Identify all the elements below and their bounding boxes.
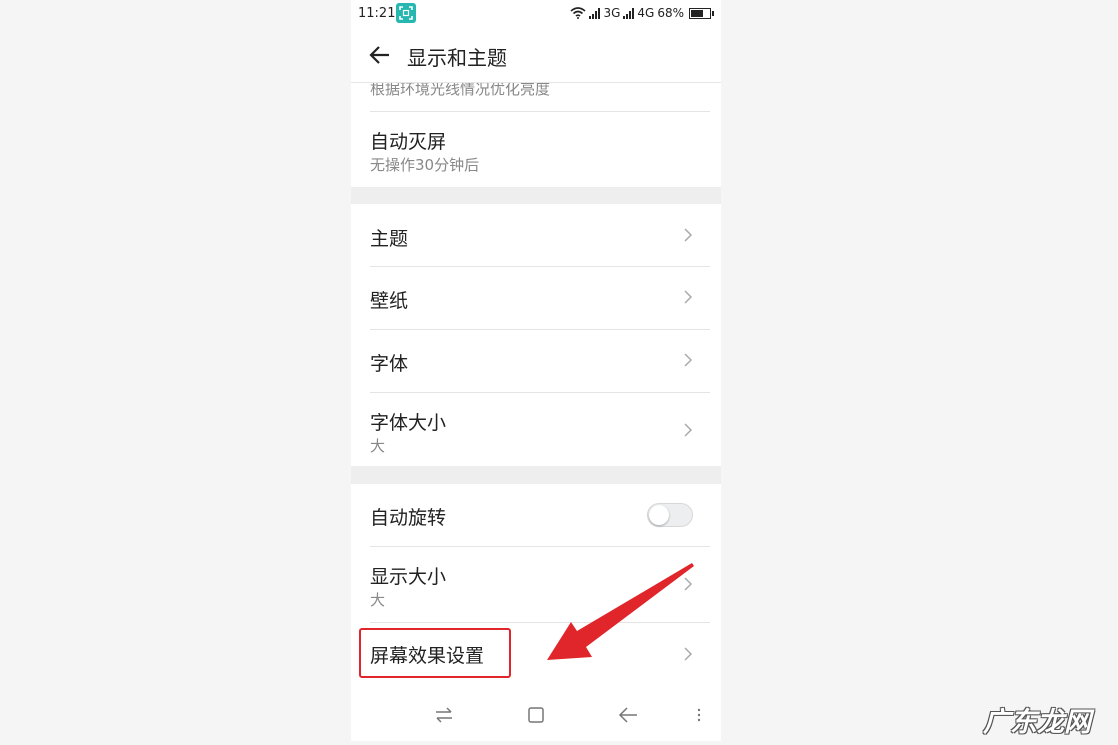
- home-square-icon[interactable]: [525, 704, 547, 726]
- page-title: 显示和主题: [407, 46, 507, 70]
- theme-label: 主题: [370, 228, 409, 250]
- auto-rotate-label: 自动旋转: [370, 507, 447, 529]
- chevron-right-icon: [684, 228, 693, 242]
- network-type-1: 3G: [603, 6, 621, 20]
- display-size-label: 显示大小: [370, 566, 447, 588]
- signal-icon: [589, 7, 601, 19]
- battery-icon: [689, 7, 714, 19]
- switch-icon[interactable]: [433, 704, 455, 726]
- toggle-knob: [649, 505, 669, 525]
- network-type-2: 4G: [637, 6, 655, 20]
- chevron-right-icon: [684, 353, 693, 367]
- auto-rotate-row[interactable]: 自动旋转: [370, 484, 710, 546]
- chevron-right-icon: [684, 577, 693, 591]
- theme-row[interactable]: 主题: [370, 204, 710, 266]
- phone-screen: 11:21 3G 4G 68% 显示和主题 根据环境光线情况优化亮度 自动灭屏 …: [351, 0, 721, 741]
- menu-dots-icon[interactable]: [691, 704, 713, 726]
- chevron-right-icon: [684, 290, 693, 304]
- watermark: 广东龙网: [983, 707, 1091, 738]
- signal-icon-2: [623, 7, 635, 19]
- auto-rotate-toggle[interactable]: [647, 503, 693, 527]
- auto-screen-off-label: 自动灭屏: [370, 131, 447, 153]
- display-size-value: 大: [370, 591, 386, 609]
- wifi-icon: [570, 7, 586, 19]
- font-size-row[interactable]: 字体大小 大: [370, 393, 710, 466]
- status-icons: 3G 4G 68%: [570, 6, 714, 20]
- wallpaper-row[interactable]: 壁纸: [370, 267, 710, 329]
- display-size-row[interactable]: 显示大小 大: [370, 547, 710, 622]
- arrow-left-icon[interactable]: [369, 44, 391, 66]
- scan-icon: [396, 3, 416, 23]
- status-bar: 11:21 3G 4G 68%: [351, 0, 721, 28]
- font-row[interactable]: 字体: [370, 330, 710, 392]
- chevron-right-icon: [684, 647, 693, 661]
- wallpaper-label: 壁纸: [370, 290, 409, 312]
- highlight-box: [359, 628, 511, 678]
- navigation-bar: [351, 688, 721, 741]
- font-size-value: 大: [370, 437, 386, 455]
- auto-screen-off-row[interactable]: 自动灭屏 无操作30分钟后: [370, 112, 710, 186]
- title-bar: 显示和主题: [351, 28, 721, 83]
- font-label: 字体: [370, 353, 409, 375]
- font-size-label: 字体大小: [370, 412, 447, 434]
- battery-percent: 68%: [657, 6, 684, 20]
- chevron-right-icon: [684, 423, 693, 437]
- auto-screen-off-sub: 无操作30分钟后: [370, 156, 480, 174]
- back-icon[interactable]: [617, 704, 639, 726]
- status-time: 11:21: [358, 6, 396, 21]
- card-theme: 主题 壁纸 字体 字体大小 大: [351, 204, 721, 466]
